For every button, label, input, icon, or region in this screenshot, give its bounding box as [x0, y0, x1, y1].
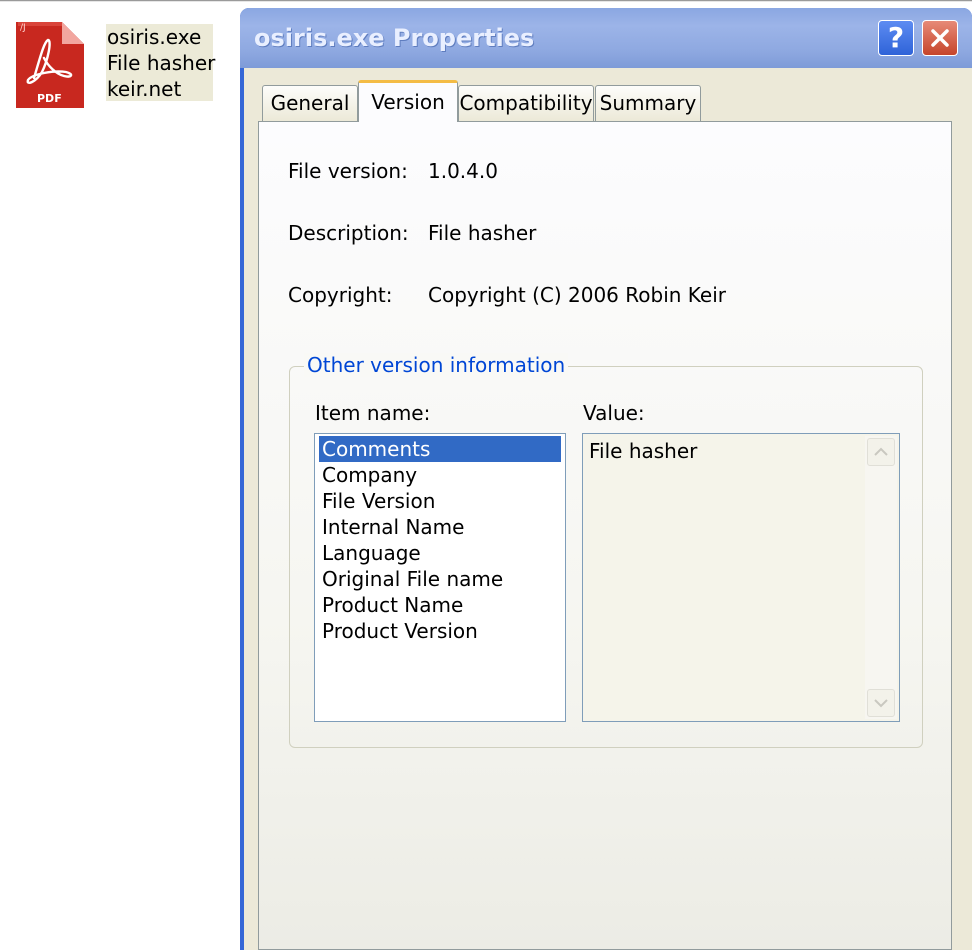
pdf-badge: PDF	[37, 92, 62, 105]
close-button[interactable]	[922, 20, 958, 56]
file-label[interactable]: osiris.exe File hasher keir.net	[106, 24, 216, 101]
item-name-listbox[interactable]: Comments Company File Version Internal N…	[314, 433, 566, 722]
file-label-company: keir.net	[107, 77, 182, 101]
description-label: Description:	[288, 221, 409, 245]
other-version-info-legend: Other version information	[304, 353, 569, 377]
value-text: File hasher	[589, 439, 698, 463]
scroll-down-button[interactable]	[867, 689, 895, 717]
chevron-up-icon	[874, 447, 888, 456]
copyright-label: Copyright:	[288, 283, 393, 307]
file-label-name: osiris.exe	[107, 25, 202, 49]
tab-summary[interactable]: Summary	[595, 85, 701, 121]
list-item-internal-name[interactable]: Internal Name	[319, 514, 561, 540]
value-scrollbar[interactable]	[865, 436, 897, 719]
other-version-info-group: Other version information Item name: Val…	[289, 353, 923, 748]
list-item-language[interactable]: Language	[319, 540, 561, 566]
window-edge-highlight	[0, 1, 972, 2]
tab-version[interactable]: Version	[358, 80, 458, 122]
dialog-title: osiris.exe Properties	[254, 24, 535, 52]
list-item-original-file-name[interactable]: Original File name	[319, 566, 561, 592]
list-item-comments[interactable]: Comments	[319, 436, 561, 462]
description-value: File hasher	[428, 221, 537, 245]
properties-dialog: osiris.exe Properties ? General Version …	[240, 8, 972, 950]
file-version-label: File version:	[288, 159, 408, 183]
svg-text:/J: /J	[20, 23, 26, 33]
dialog-client-area: General Version Compatibility Summary Fi…	[244, 68, 972, 950]
list-item-product-version[interactable]: Product Version	[319, 618, 561, 644]
dialog-titlebar[interactable]: osiris.exe Properties ?	[240, 8, 972, 68]
scroll-up-button[interactable]	[867, 438, 895, 466]
help-button[interactable]: ?	[878, 20, 914, 56]
help-icon: ?	[887, 21, 905, 54]
file-version-value: 1.0.4.0	[428, 159, 498, 183]
pdf-file-icon[interactable]: /J PDF	[14, 18, 86, 110]
tab-compatibility[interactable]: Compatibility	[458, 85, 594, 121]
file-label-description: File hasher	[107, 51, 216, 75]
item-name-label: Item name:	[315, 401, 431, 425]
value-textbox[interactable]: File hasher	[582, 433, 900, 722]
close-icon	[931, 29, 949, 47]
value-label: Value:	[583, 401, 645, 425]
version-tab-panel: File version: 1.0.4.0 Description: File …	[258, 121, 952, 950]
list-item-company[interactable]: Company	[319, 462, 561, 488]
tab-compatibility-label: Compatibility	[459, 91, 593, 115]
copyright-value: Copyright (C) 2006 Robin Keir	[428, 283, 726, 307]
list-item-file-version[interactable]: File Version	[319, 488, 561, 514]
tab-version-label: Version	[371, 90, 445, 114]
list-item-product-name[interactable]: Product Name	[319, 592, 561, 618]
chevron-down-icon	[874, 699, 888, 708]
tab-general-label: General	[270, 91, 350, 115]
tab-general[interactable]: General	[262, 85, 358, 121]
tab-summary-label: Summary	[599, 91, 697, 115]
